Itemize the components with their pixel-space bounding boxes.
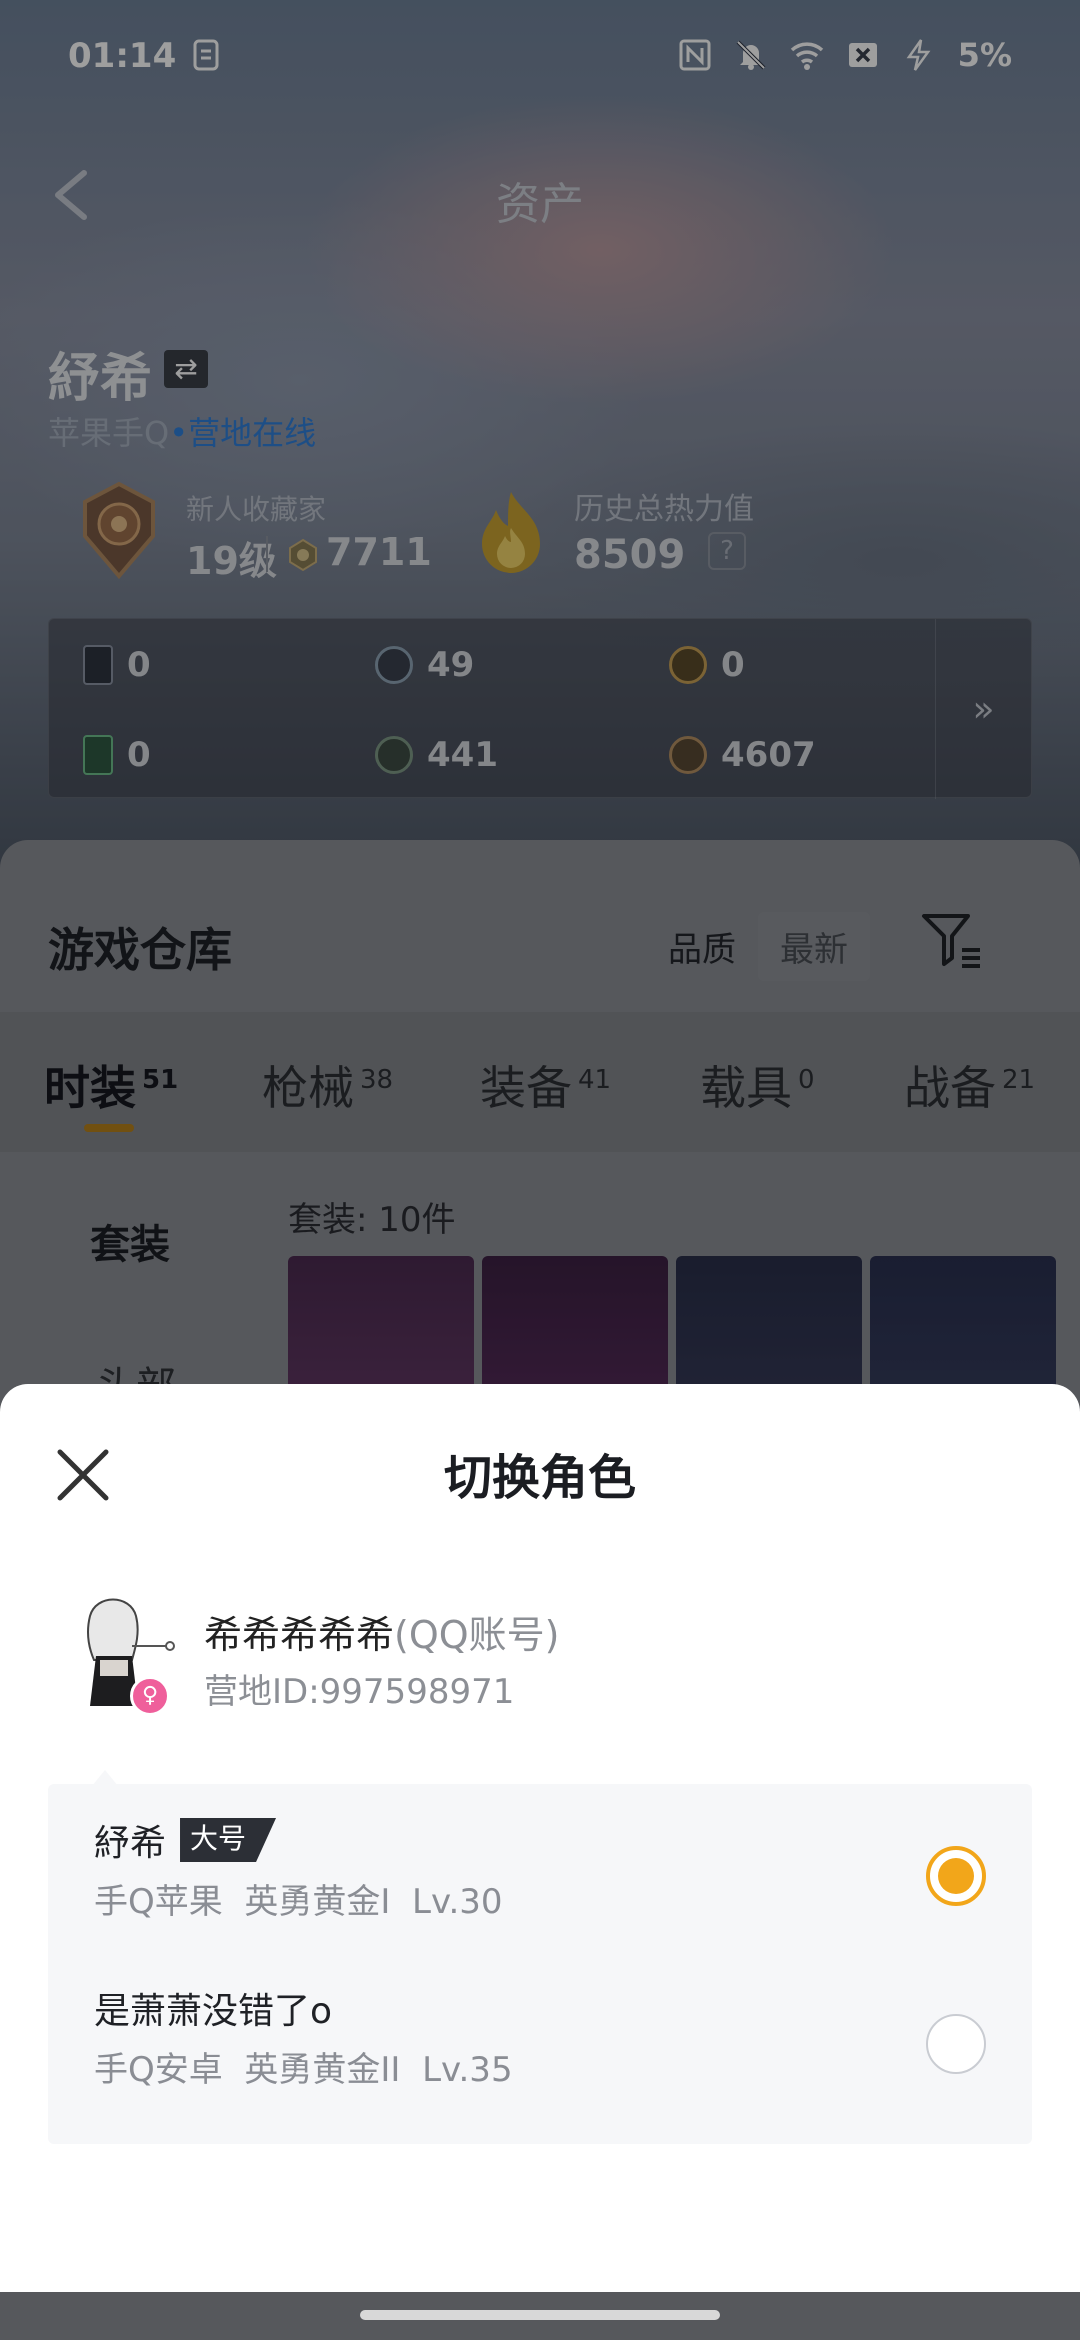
role-rank: 英勇黄金II <box>244 2050 401 2090</box>
role-list: 紓希 大号 手Q苹果 英勇黄金I Lv.30 是萧萧没错了o 手Q安卓 英勇黄金… <box>48 1784 1032 2144</box>
role-platform: 手Q安卓 <box>94 2050 223 2090</box>
account-type: (QQ账号) <box>394 1613 560 1657</box>
role-name: 是萧萧没错了o <box>94 1991 333 2032</box>
role-name: 紓希 <box>94 1823 167 1864</box>
role-details: 手Q苹果 英勇黄金I Lv.30 <box>94 1874 503 1923</box>
role-item[interactable]: 紓希 大号 手Q苹果 英勇黄金I Lv.30 <box>48 1784 1032 1952</box>
role-details: 手Q安卓 英勇黄金II Lv.35 <box>94 2042 513 2091</box>
role-name-row: 紓希 大号 <box>94 1814 276 1866</box>
main-account-tag: 大号 <box>180 1818 276 1862</box>
home-indicator[interactable] <box>360 2310 720 2320</box>
role-rank: 英勇黄金I <box>244 1882 391 1922</box>
role-name-row: 是萧萧没错了o <box>94 1982 332 2034</box>
role-item[interactable]: 是萧萧没错了o 手Q安卓 英勇黄金II Lv.35 <box>48 1952 1032 2120</box>
account-nickname: 希希希希希 <box>204 1613 395 1657</box>
account-row: ♀ 希希希希希(QQ账号) 营地ID:997598971 <box>48 1586 1032 1736</box>
role-level: Lv.30 <box>412 1882 503 1922</box>
switch-role-sheet: 切换角色 ♀ 希希希希希(QQ账号) 营地ID:997598971 紓希 大号 … <box>0 1384 1080 2292</box>
account-id: 营地ID:997598971 <box>204 1672 515 1712</box>
account-name: 希希希希希(QQ账号) <box>204 1604 560 1659</box>
role-platform: 手Q苹果 <box>94 1882 223 1922</box>
sheet-title: 切换角色 <box>443 1450 636 1506</box>
role-radio-selected[interactable] <box>926 1846 986 1906</box>
role-level: Lv.35 <box>422 2050 513 2090</box>
female-icon: ♀ <box>130 1676 170 1716</box>
role-radio[interactable] <box>926 2014 986 2074</box>
